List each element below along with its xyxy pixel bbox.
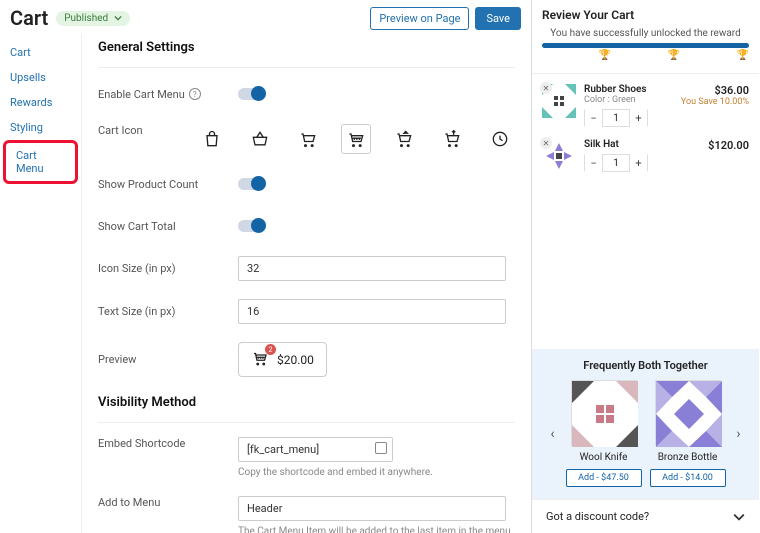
divider — [532, 73, 759, 74]
you-save: You Save 10.00% — [681, 97, 749, 107]
quantity-stepper: − 1 + — [584, 154, 648, 172]
top-bar: Cart Published Preview on Page Save — [0, 0, 531, 34]
reward-message: You have successfully unlocked the rewar… — [542, 28, 749, 39]
review-cart-header: Review Your Cart — [532, 0, 759, 28]
upsell-product-name: Bronze Bottle — [648, 452, 728, 463]
product-thumbnail — [571, 380, 637, 446]
section-heading-general: General Settings — [98, 40, 515, 55]
copy-icon[interactable] — [375, 442, 387, 454]
show-product-count-label: Show Product Count — [98, 178, 238, 191]
preview-label: Preview — [98, 353, 238, 366]
trophy-icon: 🏆 — [599, 50, 611, 61]
carousel-prev-button[interactable]: ‹ — [546, 426, 560, 442]
cart-line-item: ✕ Silk Hat − 1 + $120.00 — [532, 135, 759, 181]
qty-increment-button[interactable]: + — [629, 154, 647, 172]
help-icon[interactable]: ? — [189, 88, 201, 100]
qty-value: 1 — [603, 158, 629, 169]
text-size-input[interactable] — [238, 299, 506, 324]
shortcode-input[interactable] — [238, 437, 393, 462]
chevron-down-icon — [733, 511, 745, 523]
cart-line-item: ✕ Rubber Shoes Color : Green − 1 + $36.0… — [532, 80, 759, 135]
cart-icon: 2 — [251, 349, 269, 370]
cart-preview-amount: $20.00 — [277, 353, 314, 367]
chevron-down-icon — [114, 14, 122, 22]
discount-code-toggle[interactable]: Got a discount code? — [532, 499, 759, 533]
cart-icon-option-cart4[interactable] — [437, 124, 467, 154]
cart-icon-label: Cart Icon — [98, 124, 197, 137]
add-to-cart-button[interactable]: Add - $14.00 — [650, 469, 726, 487]
trophy-icon: 🏆 — [737, 50, 749, 61]
qty-decrement-button[interactable]: − — [585, 109, 603, 127]
section-heading-visibility: Visibility Method — [98, 395, 515, 410]
page-title: Cart — [10, 6, 48, 30]
line-price: $120.00 — [708, 139, 749, 152]
discount-label: Got a discount code? — [546, 510, 649, 523]
cart-icon-option-basket[interactable] — [245, 124, 275, 154]
product-meta: Color : Green — [584, 95, 673, 105]
cart-icon-option-cart3[interactable] — [389, 124, 419, 154]
cart-icon-option-cart2[interactable] — [341, 124, 371, 154]
product-thumbnail — [655, 380, 721, 446]
show-product-count-toggle[interactable] — [238, 178, 262, 190]
sidebar-item-styling[interactable]: Styling — [0, 115, 81, 140]
sidebar-item-cart-menu[interactable]: Cart Menu — [3, 140, 78, 184]
cart-icon-option-cart1[interactable] — [293, 124, 323, 154]
quantity-stepper: − 1 + — [584, 109, 648, 127]
add-to-menu-label: Add to Menu — [98, 496, 238, 509]
remove-item-button[interactable]: ✕ — [540, 82, 552, 94]
sidebar-item-upsells[interactable]: Upsells — [0, 65, 81, 90]
sidebar-item-cart[interactable]: Cart — [0, 40, 81, 65]
upsell-product-card: Wool Knife Add - $47.50 — [564, 380, 644, 487]
product-name: Silk Hat — [584, 139, 700, 150]
settings-sidebar: Cart Upsells Rewards Styling Cart Menu — [0, 34, 82, 533]
icon-size-input[interactable] — [238, 256, 506, 281]
cart-icon-picker — [197, 124, 515, 154]
menu-hint: The Cart Menu Item will be added to the … — [238, 526, 515, 533]
save-button[interactable]: Save — [475, 7, 521, 30]
show-cart-total-toggle[interactable] — [238, 220, 262, 232]
preview-on-page-button[interactable]: Preview on Page — [370, 7, 469, 30]
divider — [98, 67, 515, 68]
qty-value: 1 — [603, 113, 629, 124]
upsell-product-name: Wool Knife — [564, 452, 644, 463]
shortcode-label: Embed Shortcode — [98, 437, 238, 450]
product-name: Rubber Shoes — [584, 84, 673, 95]
upsell-product-card: Bronze Bottle Add - $14.00 — [648, 380, 728, 487]
frequently-bought-title: Frequently Both Together — [538, 359, 753, 372]
add-to-menu-select[interactable] — [238, 496, 506, 521]
add-to-cart-button[interactable]: Add - $47.50 — [566, 469, 642, 487]
status-label: Published — [64, 13, 108, 24]
enable-cart-menu-label: Enable Cart Menu — [98, 88, 185, 101]
carousel-next-button[interactable]: › — [732, 426, 746, 442]
remove-item-button[interactable]: ✕ — [540, 137, 552, 149]
sidebar-item-rewards[interactable]: Rewards — [0, 90, 81, 115]
trophy-icon: 🏆 — [668, 50, 680, 61]
enable-cart-menu-toggle[interactable] — [238, 88, 262, 100]
cart-menu-preview: 2 $20.00 — [238, 342, 327, 377]
show-cart-total-label: Show Cart Total — [98, 220, 238, 233]
frequently-bought-section: Frequently Both Together ‹ Wool Knife Ad… — [532, 349, 759, 499]
line-price: $36.00 — [681, 84, 749, 97]
shortcode-hint: Copy the shortcode and embed it anywhere… — [238, 467, 515, 478]
reward-progress: You have successfully unlocked the rewar… — [532, 28, 759, 67]
icon-size-label: Icon Size (in px) — [98, 262, 238, 275]
cart-icon-option-clock[interactable] — [485, 124, 515, 154]
text-size-label: Text Size (in px) — [98, 305, 238, 318]
divider — [98, 422, 515, 423]
status-badge[interactable]: Published — [56, 11, 130, 26]
cart-count-badge: 2 — [265, 344, 276, 355]
cart-icon-option-bag[interactable] — [197, 124, 227, 154]
qty-increment-button[interactable]: + — [629, 109, 647, 127]
qty-decrement-button[interactable]: − — [585, 154, 603, 172]
